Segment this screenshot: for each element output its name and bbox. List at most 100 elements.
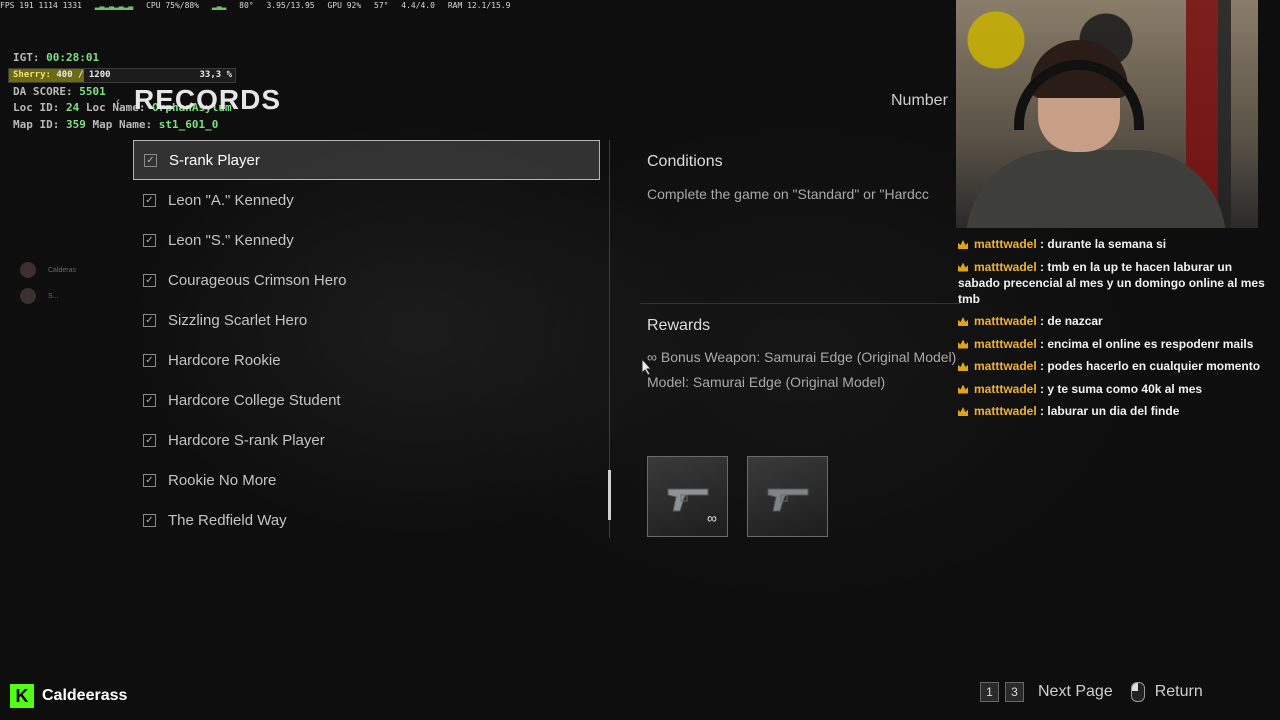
record-label: Courageous Crimson Hero	[168, 271, 347, 289]
crown-badge-icon	[958, 317, 968, 326]
chat-username: matttwadel	[974, 259, 1037, 274]
chat-text: : encima el online es respodenr mails	[1040, 336, 1254, 351]
chat-text: : podes hacerlo en cualquier momento	[1040, 359, 1261, 373]
record-item[interactable]: ✓ Hardcore College Student	[133, 380, 600, 420]
checkbox-checked-icon: ✓	[143, 233, 156, 247]
record-item[interactable]: ✓ Leon "A." Kennedy	[133, 180, 600, 220]
stream-chat: matttwadel : durante la semana si matttw…	[958, 236, 1276, 426]
crown-badge-icon	[958, 384, 968, 394]
map-id-value: 359	[65, 117, 86, 131]
key-3-icon: 3	[1005, 682, 1024, 702]
da-score-label: DA SCORE:	[13, 84, 73, 98]
reward-item-infinite-samurai-edge[interactable]: ∞	[647, 456, 728, 537]
loc-id-label: Loc ID:	[13, 101, 60, 114]
cpu-readout: CPU 75%/88%	[146, 1, 200, 10]
record-label: The Redfield Way	[168, 511, 287, 529]
infinity-badge: ∞	[707, 510, 717, 526]
gpu-temp-readout: 57°	[374, 1, 389, 10]
kick-logo-icon: K	[10, 684, 34, 708]
record-label: S-rank Player	[169, 151, 260, 169]
crown-badge-icon	[958, 339, 968, 349]
map-row: Map ID: 359 Map Name: st1_601_0	[13, 117, 232, 134]
sherry-label: Sherry:	[13, 70, 51, 80]
chat-message: matttwadel : tmb en la up te hacen labur…	[958, 259, 1276, 307]
checkbox-checked-icon: ✓	[143, 273, 156, 287]
vram-readout: 4.4/4.0	[401, 1, 435, 10]
chat-username: matttwadel	[974, 237, 1037, 251]
igt-row: IGT: 00:28:01	[13, 50, 232, 67]
conditions-text: Complete the game on "Standard" or "Hard…	[647, 186, 929, 202]
record-label: Leon "S." Kennedy	[168, 231, 294, 249]
record-item[interactable]: ✓ Sizzling Scarlet Hero	[133, 300, 600, 340]
sherry-health-text: Sherry: 400 / 1200	[13, 69, 111, 82]
cpu-graph-icon: ▂▃▂	[211, 1, 227, 10]
avatar	[20, 262, 36, 278]
streamer-name: Caldeerass	[42, 687, 128, 704]
record-item[interactable]: ✓ Hardcore Rookie	[133, 340, 600, 380]
gpu-readout: GPU 92%	[327, 1, 362, 10]
map-name-label: Map Name:	[92, 117, 153, 131]
chat-text: : laburar un dia del finde	[1040, 404, 1180, 418]
chat-message: matttwadel : y te suma como 40k al mes	[958, 381, 1276, 397]
reward-line-1: ∞ Bonus Weapon: Samurai Edge (Original M…	[647, 349, 957, 365]
return-button[interactable]: Return	[1155, 683, 1203, 701]
handgun-icon	[767, 488, 809, 512]
crown-badge-icon	[958, 262, 968, 272]
checkbox-checked-icon: ✓	[143, 473, 156, 487]
loc-id-value: 24	[65, 101, 80, 114]
conditions-heading: Conditions	[647, 153, 723, 170]
record-label: Rookie No More	[168, 471, 277, 489]
footer-controls: 1 3 Next Page Return	[980, 682, 1203, 702]
record-item[interactable]: ✓ Courageous Crimson Hero	[133, 260, 600, 300]
chat-message: matttwadel : laburar un dia del finde	[958, 403, 1276, 419]
checkbox-checked-icon: ✓	[144, 153, 157, 167]
fps-readout: FPS 191 1114 1331	[0, 1, 82, 10]
chat-username: matttwadel	[974, 404, 1037, 418]
igt-value: 00:28:01	[46, 51, 100, 64]
streamer-brand: K Caldeerass	[10, 684, 127, 708]
record-label: Leon "A." Kennedy	[168, 191, 294, 209]
map-name-value: st1_601_0	[158, 117, 219, 131]
chat-username: matttwadel	[974, 336, 1037, 351]
record-item[interactable]: ✓ The Redfield Way	[133, 500, 600, 540]
sherry-percent: 33,3 %	[199, 70, 232, 80]
rewards-heading: Rewards	[647, 317, 711, 334]
mouse-cursor-icon	[641, 358, 653, 376]
sherry-current: 400	[56, 70, 73, 80]
chat-message: matttwadel : de nazcar	[958, 313, 1276, 329]
record-item[interactable]: ✓ Hardcore S-rank Player	[133, 420, 600, 460]
crown-badge-icon	[958, 240, 968, 249]
da-score-value: 5501	[79, 84, 106, 98]
record-item[interactable]: ✓ Rookie No More	[133, 460, 600, 500]
key-1-icon: 1	[980, 682, 999, 702]
list-scrollbar[interactable]	[608, 470, 611, 520]
record-item[interactable]: ✓ Leon "S." Kennedy	[133, 220, 600, 260]
record-item[interactable]: ✓ S-rank Player	[133, 140, 600, 180]
record-label: Sizzling Scarlet Hero	[168, 311, 308, 329]
checkbox-checked-icon: ✓	[143, 193, 156, 207]
cpu-temp-readout: 80°	[239, 1, 254, 10]
chat-text: : y te suma como 40k al mes	[1040, 381, 1203, 396]
sherry-health-bar: Sherry: 400 / 1200 33,3 %	[8, 68, 236, 83]
sidebar-user-name: S...	[48, 292, 59, 300]
map-id-label: Map ID:	[13, 117, 60, 131]
page-title: RECORDS	[134, 84, 282, 115]
chat-message: matttwadel : podes hacerlo en cualquier …	[958, 358, 1276, 374]
reward-item-samurai-edge[interactable]	[747, 456, 828, 537]
checkbox-checked-icon: ✓	[143, 513, 156, 527]
records-list: ✓ S-rank Player ✓ Leon "A." Kennedy ✓ Le…	[133, 140, 600, 540]
chat-text: : de nazcar	[1040, 314, 1103, 328]
performance-overlay: FPS 191 1114 1331 ▂▃▂▃▂▃▂▃ CPU 75%/88% ▂…	[0, 0, 510, 12]
sidebar-user-name: Calderas	[48, 266, 77, 274]
record-label: Hardcore Rookie	[168, 351, 281, 369]
back-chevron-icon[interactable]: ‹	[116, 94, 120, 108]
next-page-button[interactable]: Next Page	[1038, 683, 1113, 701]
igt-label: IGT:	[13, 51, 40, 64]
avatar	[20, 288, 36, 304]
chat-message: matttwadel : encima el online es respode…	[958, 336, 1276, 352]
gpu-mem-readout: 3.95/13.95	[266, 1, 315, 10]
reward-line-2: Model: Samurai Edge (Original Model)	[647, 374, 886, 390]
mouse-right-click-icon	[1130, 682, 1145, 702]
chat-text: : durante la semana si	[1040, 237, 1167, 251]
chat-username: matttwadel	[974, 359, 1037, 373]
